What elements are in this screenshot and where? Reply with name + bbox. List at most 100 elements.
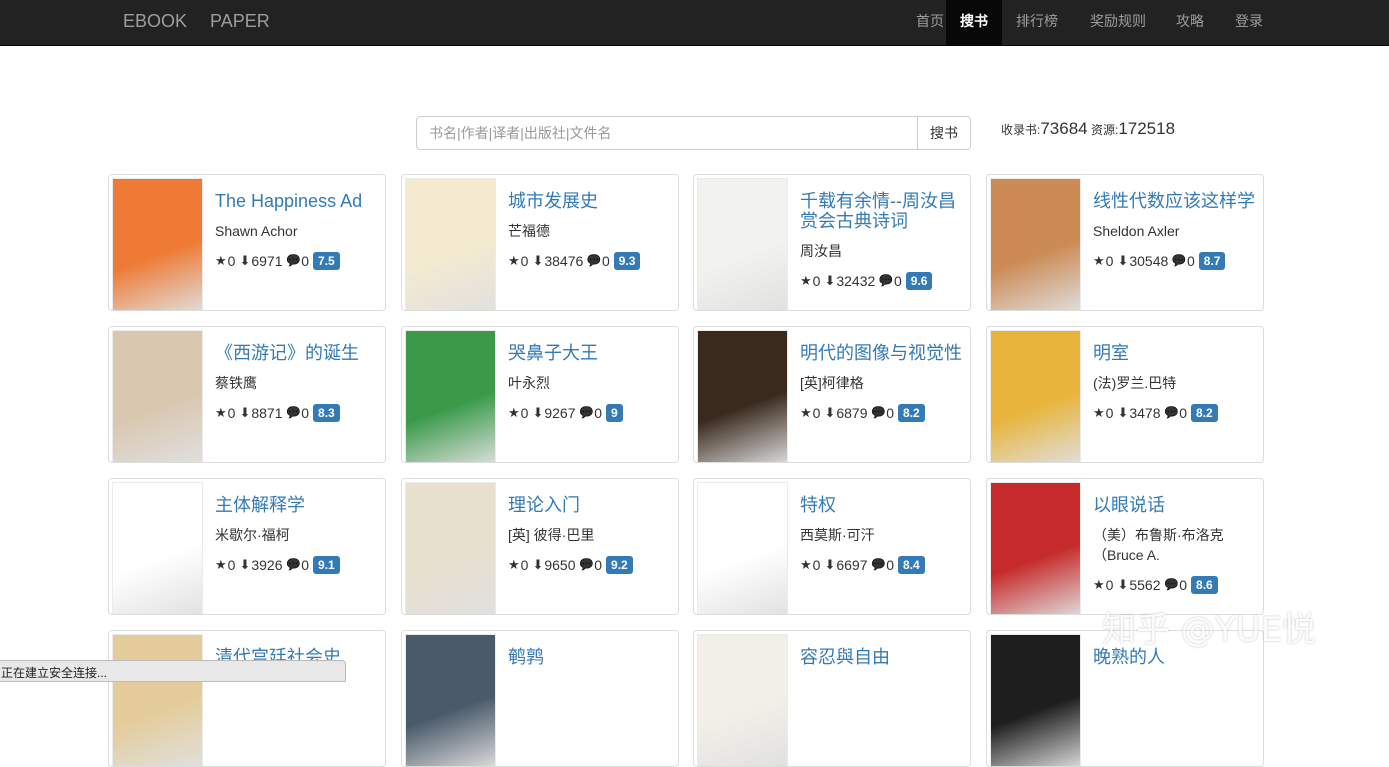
book-cover-image[interactable] [112, 634, 203, 766]
download-icon: ⬇ [1117, 577, 1129, 592]
book-stars-group: ★ 0 [800, 271, 820, 291]
book-title-link[interactable]: 容忍與自由 [800, 647, 962, 667]
book-cover-image[interactable] [990, 330, 1081, 462]
book-card[interactable]: 主体解释学 米歇尔·福柯 ★ 0 ⬇ 3926 💬 0 9.1 [108, 478, 386, 615]
book-meta: ★ 0 ⬇ 38476 💬 0 9.3 [508, 251, 670, 271]
download-icon: ⬇ [1117, 253, 1129, 268]
book-comments: 0 [594, 405, 603, 421]
book-card[interactable]: 明室 (法)罗兰.巴特 ★ 0 ⬇ 3478 💬 0 8.2 [986, 326, 1264, 463]
book-title-link[interactable]: 哭鼻子大王 [508, 343, 670, 363]
book-title-link[interactable]: 主体解释学 [215, 495, 377, 515]
book-card[interactable]: 线性代数应该这样学 Sheldon Axler ★ 0 ⬇ 30548 💬 0 8.7 [986, 174, 1264, 311]
book-card[interactable]: 城市发展史 芒福德 ★ 0 ⬇ 38476 💬 0 9.3 [401, 174, 679, 311]
book-card[interactable]: 鹌鹑 [401, 630, 679, 767]
book-cover-image[interactable] [405, 482, 496, 614]
book-stars: 0 [812, 405, 821, 421]
search-button[interactable]: 搜书 [917, 116, 971, 150]
book-stars-group: ★ 0 [1093, 575, 1113, 595]
search-input[interactable] [416, 116, 919, 150]
book-cover-image[interactable] [697, 482, 788, 614]
book-title-link[interactable]: 明代的图像与视觉性 [800, 343, 962, 363]
book-info: 理论入门 [英] 彼得·巴里 ★ 0 ⬇ 9650 💬 0 9.2 [508, 495, 670, 575]
book-card[interactable]: 特权 西莫斯·可汗 ★ 0 ⬇ 6697 💬 0 8.4 [693, 478, 971, 615]
book-author: (法)罗兰.巴特 [1093, 375, 1177, 391]
book-comments: 0 [301, 253, 310, 269]
book-comments-group: 💬 0 [287, 403, 310, 423]
book-info: 《西游记》的诞生 蔡铁鹰 ★ 0 ⬇ 8871 💬 0 8.3 [215, 343, 377, 423]
book-comments: 0 [1179, 577, 1188, 593]
book-card[interactable]: The Happiness Ad Shawn Achor ★ 0 ⬇ 6971 💬 0 7.5 [108, 174, 386, 311]
star-icon: ★ [215, 405, 227, 420]
book-cover-image[interactable] [990, 482, 1081, 614]
book-info: 主体解释学 米歇尔·福柯 ★ 0 ⬇ 3926 💬 0 9.1 [215, 495, 377, 575]
nav-search[interactable]: 搜书 [946, 0, 1002, 46]
nav-login[interactable]: 登录 [1221, 0, 1277, 46]
book-cover-image[interactable] [112, 178, 203, 310]
book-comments-group: 💬 0 [879, 271, 902, 291]
book-info: 明室 (法)罗兰.巴特 ★ 0 ⬇ 3478 💬 0 8.2 [1093, 343, 1255, 423]
book-card[interactable]: 千载有余情--周汝昌赏会古典诗词 周汝昌 ★ 0 ⬇ 32432 💬 0 9.6 [693, 174, 971, 311]
brand-ebook[interactable]: EBOOK [123, 11, 187, 31]
book-stars: 0 [812, 557, 821, 573]
book-title-link[interactable]: The Happiness Ad [215, 191, 377, 211]
star-icon: ★ [800, 273, 812, 288]
book-cover-image[interactable] [405, 178, 496, 310]
book-card[interactable]: 容忍與自由 [693, 630, 971, 767]
book-title-link[interactable]: 特权 [800, 495, 962, 515]
book-card[interactable]: 《西游记》的诞生 蔡铁鹰 ★ 0 ⬇ 8871 💬 0 8.3 [108, 326, 386, 463]
star-icon: ★ [1093, 253, 1105, 268]
book-card[interactable]: 明代的图像与视觉性 [英]柯律格 ★ 0 ⬇ 6879 💬 0 8.2 [693, 326, 971, 463]
book-card[interactable]: 哭鼻子大王 叶永烈 ★ 0 ⬇ 9267 💬 0 9 [401, 326, 679, 463]
book-title-link[interactable]: 理论入门 [508, 495, 670, 515]
download-icon: ⬇ [239, 557, 251, 572]
book-stars-group: ★ 0 [508, 251, 528, 271]
book-downloads: 3478 [1129, 405, 1161, 421]
book-card[interactable]: 理论入门 [英] 彼得·巴里 ★ 0 ⬇ 9650 💬 0 9.2 [401, 478, 679, 615]
book-cover-image[interactable] [990, 178, 1081, 310]
book-stars-group: ★ 0 [215, 555, 235, 575]
book-title-link[interactable]: 城市发展史 [508, 191, 670, 211]
nav-ranking[interactable]: 排行榜 [1002, 0, 1072, 46]
book-title-link[interactable]: 《西游记》的诞生 [215, 343, 377, 363]
book-stars-group: ★ 0 [1093, 403, 1113, 423]
nav-rewards[interactable]: 奖励规则 [1076, 0, 1160, 46]
book-card[interactable]: 以眼说话 （美）布鲁斯·布洛克（Bruce A. ★ 0 ⬇ 5562 💬 0 8.6 [986, 478, 1264, 615]
book-stars: 0 [520, 405, 529, 421]
book-title-link[interactable]: 千载有余情--周汝昌赏会古典诗词 [800, 191, 962, 231]
book-author: 蔡铁鹰 [215, 375, 257, 391]
star-icon: ★ [1093, 405, 1105, 420]
book-cover-image[interactable] [405, 330, 496, 462]
book-comments: 0 [301, 405, 310, 421]
brand[interactable]: EBOOK PAPER [123, 11, 288, 32]
book-title-link[interactable]: 以眼说话 [1093, 495, 1255, 515]
book-cover-image[interactable] [697, 634, 788, 766]
star-icon: ★ [215, 253, 227, 268]
book-cover-image[interactable] [697, 178, 788, 310]
star-icon: ★ [508, 405, 520, 420]
nav-guide[interactable]: 攻略 [1162, 0, 1218, 46]
book-cover-image[interactable] [112, 330, 203, 462]
brand-paper[interactable]: PAPER [210, 11, 270, 31]
rating-badge: 7.5 [313, 252, 340, 270]
book-cover-image[interactable] [697, 330, 788, 462]
book-downloads-group: ⬇ 6697 [824, 555, 867, 575]
comment-icon: 💬 [286, 255, 301, 267]
book-card[interactable]: 清代宫廷社会史 [108, 630, 386, 767]
rating-badge: 9.6 [905, 272, 933, 290]
book-comments-group: 💬 0 [287, 555, 310, 575]
book-cover-image[interactable] [112, 482, 203, 614]
book-comments: 0 [602, 253, 610, 269]
book-stars: 0 [1105, 253, 1114, 269]
book-cover-image[interactable] [405, 634, 496, 766]
book-comments-group: 💬 0 [587, 251, 610, 271]
book-title-link[interactable]: 鹌鹑 [508, 647, 670, 667]
comment-icon: 💬 [1164, 579, 1179, 591]
watermark: 知乎 @YUE悦 [1102, 610, 1316, 650]
download-icon: ⬇ [239, 253, 251, 268]
book-title-link[interactable]: 明室 [1093, 343, 1255, 363]
book-author: Sheldon Axler [1093, 223, 1180, 239]
book-stars: 0 [520, 253, 529, 269]
book-title-link[interactable]: 线性代数应该这样学 [1093, 191, 1255, 211]
book-stars: 0 [227, 253, 236, 269]
book-cover-image[interactable] [990, 634, 1081, 766]
